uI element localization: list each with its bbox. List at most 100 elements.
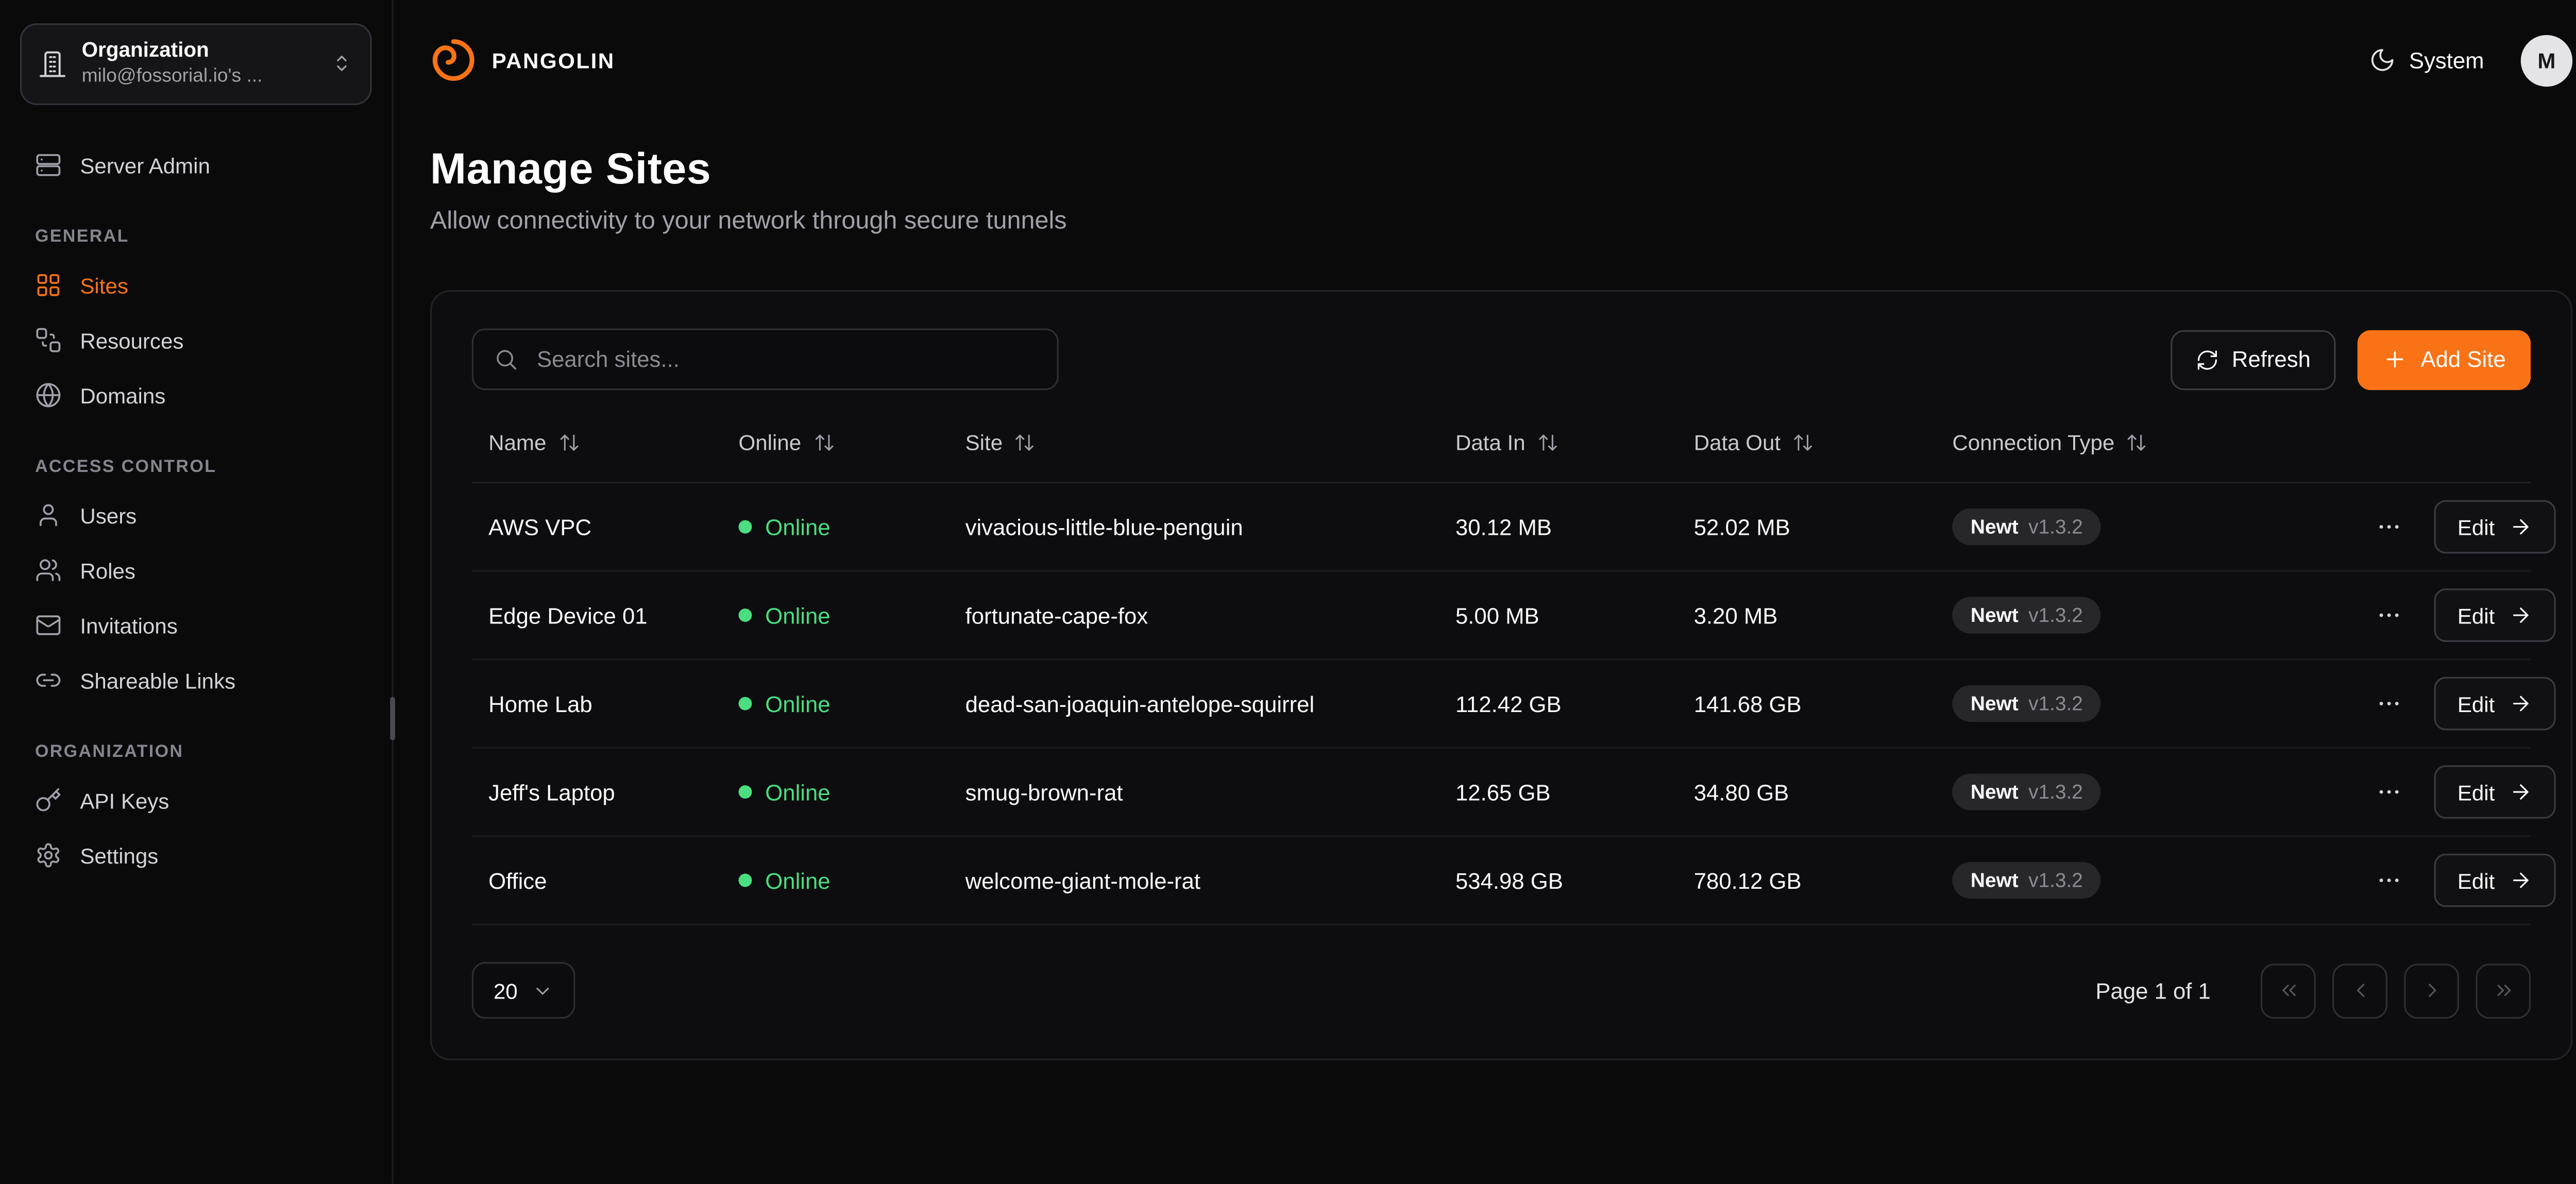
cell-online: Online [739,780,965,805]
column-header-online[interactable]: Online [739,430,965,455]
link-icon [35,667,62,694]
edit-button[interactable]: Edit [2434,854,2557,907]
connection-client: Newt [1971,603,2019,627]
online-status-label: Online [765,868,830,893]
cell-site: welcome-giant-mole-rat [965,868,1455,893]
edit-button[interactable]: Edit [2434,500,2557,554]
org-selector[interactable]: Organization milo@fossorial.io's ... [20,23,372,104]
chevrons-left-icon [2277,979,2300,1002]
ellipsis-icon [2376,779,2402,805]
sidebar-item-shareable-links[interactable]: Shareable Links [20,653,372,708]
connection-version: v1.3.2 [2028,603,2083,627]
connection-type-badge: Newt v1.3.2 [1952,597,2101,633]
column-header-data-out[interactable]: Data Out [1694,430,1953,455]
sidebar-item-resources[interactable]: Resources [20,313,372,368]
sidebar-item-invitations[interactable]: Invitations [20,598,372,653]
arrow-right-icon [2510,692,2533,715]
add-site-label: Add Site [2420,347,2505,372]
search-input[interactable] [534,345,1037,374]
cell-connection-type: Newtv1.3.2 [1952,862,2369,899]
column-header-site[interactable]: Site [965,430,1455,455]
chevron-left-icon [2348,979,2371,1002]
online-status-label: Online [765,780,830,805]
next-page-button[interactable] [2404,963,2459,1018]
org-subtitle: milo@fossorial.io's ... [82,64,315,89]
sidebar-item-label: Roles [80,558,135,583]
edit-label: Edit [2458,603,2495,628]
toolbar-actions: Refresh Add Site [2170,329,2531,389]
edit-button[interactable]: Edit [2434,765,2557,819]
page-size-value: 20 [494,978,518,1003]
sidebar-item-domains[interactable]: Domains [20,368,372,423]
cell-online: Online [739,868,965,893]
organization-icon [38,49,66,78]
online-status-dot [739,697,752,711]
sidebar-item-sites[interactable]: Sites [20,258,372,313]
section-heading-organization: ORGANIZATION [35,741,357,762]
column-label: Data Out [1694,430,1781,455]
ellipsis-icon [2376,690,2402,717]
sidebar-item-api-keys[interactable]: API Keys [20,773,372,828]
sidebar-resize-handle[interactable] [390,697,395,740]
cell-name: Jeff's Laptop [488,780,738,805]
chevron-down-icon [533,979,554,1001]
row-menu-button[interactable] [2369,860,2409,901]
sidebar-item-settings[interactable]: Settings [20,828,372,883]
cell-name: Edge Device 01 [488,603,738,628]
online-status-label: Online [765,603,830,628]
edit-button[interactable]: Edit [2434,588,2557,642]
theme-toggle[interactable]: System [2369,47,2484,74]
sort-icon [558,432,580,453]
chevron-right-icon [2420,979,2443,1002]
cell-actions: Edit [2369,588,2556,642]
sidebar-item-server-admin[interactable]: Server Admin [20,138,372,193]
row-menu-button[interactable] [2369,595,2409,635]
cell-name: Office [488,868,738,893]
refresh-button[interactable]: Refresh [2170,329,2335,389]
resources-icon [35,327,62,353]
connection-type-badge: Newtv1.3.2 [1952,509,2101,545]
cell-site: smug-brown-rat [965,780,1455,805]
online-status-dot [739,785,752,799]
connection-type-badge: Newtv1.3.2 [1952,862,2101,899]
column-header-connection-type[interactable]: Connection Type [1952,430,2369,455]
edit-label: Edit [2458,868,2495,893]
sidebar-item-label: Invitations [80,613,177,638]
connection-version: v1.3.2 [2028,692,2083,715]
page-indicator: Page 1 of 1 [2095,978,2210,1003]
previous-page-button[interactable] [2332,963,2387,1018]
online-status-label: Online [765,514,830,539]
cell-actions: Edit [2369,500,2556,554]
sites-card: Refresh Add Site Name Onl [430,290,2572,1060]
connection-client: Newt [1971,692,2019,715]
connection-version: v1.3.2 [2028,780,2083,803]
sort-icon [813,432,835,453]
cell-data-out: 780.12 GB [1694,868,1953,893]
cell-name: Home Lab [488,691,738,716]
connection-client: Newt [1971,869,2019,892]
add-site-button[interactable]: Add Site [2358,329,2531,389]
sidebar-item-roles[interactable]: Roles [20,543,372,598]
cell-data-out: 3.20 MB [1694,603,1953,628]
last-page-button[interactable] [2476,963,2531,1018]
sort-icon [1792,432,1814,453]
first-page-button[interactable] [2261,963,2316,1018]
brand-name: PANGOLIN [492,47,615,73]
online-status-dot [739,608,752,622]
online-status-label: Online [765,691,830,716]
edit-button[interactable]: Edit [2434,677,2557,731]
sidebar-item-label: Domains [80,383,165,408]
table-footer: 20 Page 1 of 1 [472,962,2531,1019]
row-menu-button[interactable] [2369,684,2409,724]
column-header-data-in[interactable]: Data In [1455,430,1694,455]
page-size-select[interactable]: 20 [472,962,576,1019]
row-menu-button[interactable] [2369,507,2409,547]
cell-data-in: 5.00 MB [1455,603,1694,628]
column-header-name[interactable]: Name [488,430,738,455]
cell-actions: Edit [2369,854,2556,907]
cell-data-in: 12.65 GB [1455,780,1694,805]
page-header: Manage Sites Allow connectivity to your … [430,143,2572,235]
avatar[interactable]: M [2521,34,2572,86]
sidebar-item-users[interactable]: Users [20,488,372,543]
row-menu-button[interactable] [2369,772,2409,812]
